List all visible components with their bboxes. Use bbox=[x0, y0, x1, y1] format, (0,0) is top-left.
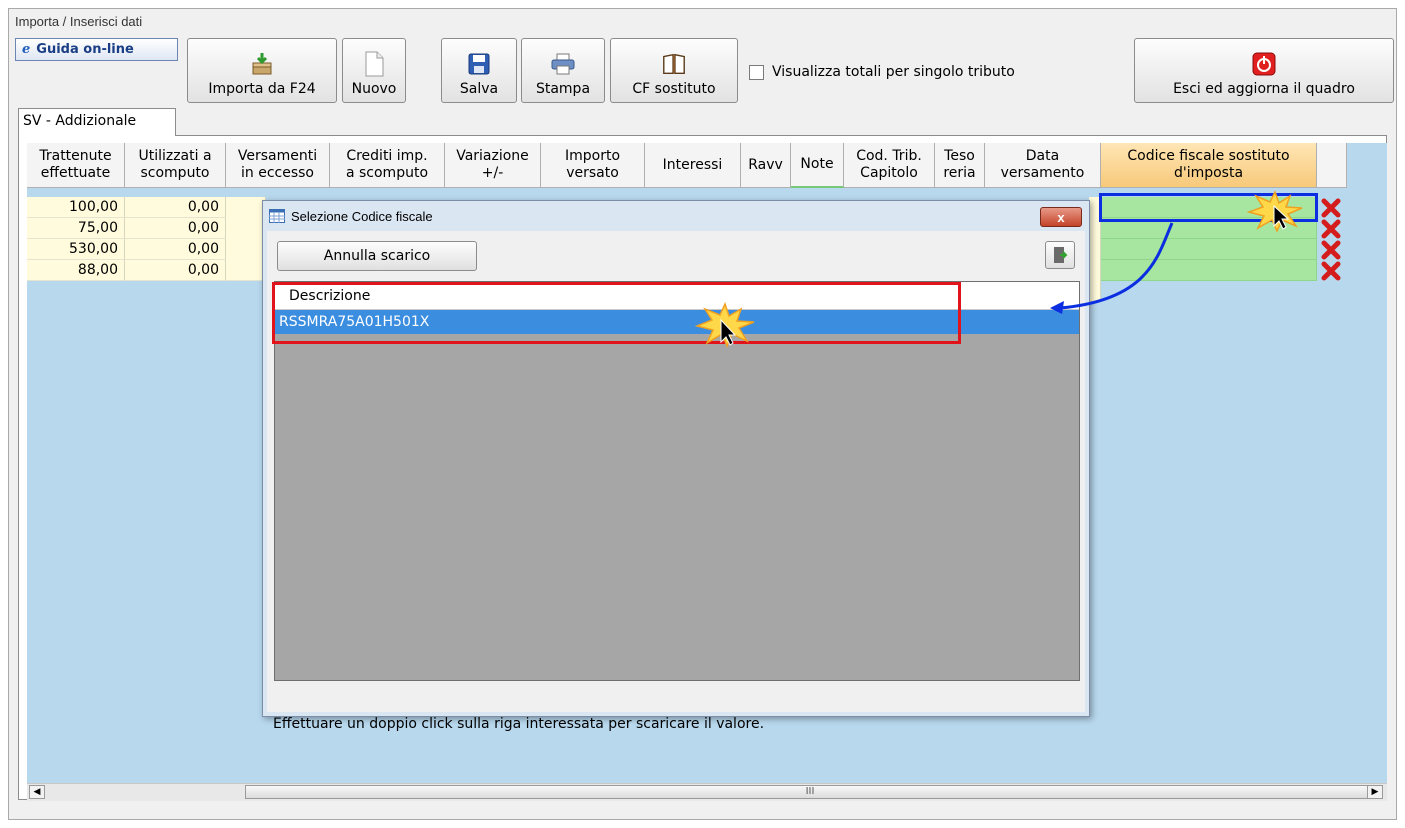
nuovo-button[interactable]: Nuovo bbox=[342, 38, 406, 103]
cell-trattenute[interactable]: 75,00 bbox=[27, 218, 125, 239]
scroll-right-icon[interactable]: ▶ bbox=[1367, 785, 1383, 799]
stampa-label: Stampa bbox=[535, 81, 591, 97]
dialog-title: Selezione Codice fiscale bbox=[291, 208, 433, 224]
col-header-importo[interactable]: Importo versato bbox=[541, 143, 645, 188]
col-header-versamenti[interactable]: Versamenti in eccesso bbox=[226, 143, 330, 188]
totali-tributo-label: Visualizza totali per singolo tributo bbox=[772, 64, 1015, 80]
col-header-trattenute[interactable]: Trattenute effettuate bbox=[27, 143, 125, 188]
dialog-titlebar[interactable]: Selezione Codice fiscale x bbox=[263, 201, 1089, 231]
col-header-crediti[interactable]: Crediti imp. a scomputo bbox=[330, 143, 445, 188]
scrollbar-thumb[interactable]: III bbox=[245, 785, 1375, 799]
floppy-disk-icon bbox=[466, 51, 492, 77]
new-document-icon bbox=[361, 51, 387, 77]
window-title: Importa / Inserisci dati bbox=[15, 14, 143, 29]
col-header-cod-trib[interactable]: Cod. Trib. Capitolo bbox=[844, 143, 935, 188]
col-header-codice-fiscale[interactable]: Codice fiscale sostituto d'imposta bbox=[1101, 143, 1317, 188]
horizontal-scrollbar[interactable]: ◀ III ▶ bbox=[27, 783, 1387, 801]
highlight-red-box bbox=[272, 282, 961, 344]
cell-filler bbox=[226, 197, 266, 281]
cell-trattenute[interactable]: 100,00 bbox=[27, 197, 125, 218]
col-header-interessi[interactable]: Interessi bbox=[645, 143, 741, 188]
dialog-hint-text: Effettuare un doppio click sulla riga in… bbox=[273, 716, 765, 732]
delete-row-icon[interactable] bbox=[1320, 239, 1342, 260]
click-burst-icon bbox=[694, 302, 755, 348]
delete-row-icon[interactable] bbox=[1320, 197, 1342, 218]
col-header-note[interactable]: Note bbox=[791, 143, 844, 188]
col-header-variazione[interactable]: Variazione +/- bbox=[445, 143, 541, 188]
cell-trattenute[interactable]: 530,00 bbox=[27, 239, 125, 260]
importa-f24-label: Importa da F24 bbox=[208, 81, 316, 97]
annulla-scarico-button[interactable]: Annulla scarico bbox=[277, 241, 477, 271]
power-icon bbox=[1251, 51, 1277, 77]
annotation-arrow-icon bbox=[1050, 222, 1174, 314]
tab-sv-addizionale[interactable]: SV - Addizionale bbox=[18, 108, 176, 136]
delete-row-icon[interactable] bbox=[1320, 260, 1342, 281]
col-header-data-versamento[interactable]: Data versamento bbox=[985, 143, 1101, 188]
stampa-button[interactable]: Stampa bbox=[521, 38, 605, 103]
guida-online-button[interactable]: e Guida on-line bbox=[15, 38, 178, 61]
cell-trattenute[interactable]: 88,00 bbox=[27, 260, 125, 281]
col-header-utilizzati[interactable]: Utilizzati a scomputo bbox=[125, 143, 226, 188]
cf-sostituto-label: CF sostituto bbox=[632, 81, 716, 97]
cell-utilizzati[interactable]: 0,00 bbox=[125, 239, 226, 260]
import-box-icon bbox=[249, 51, 275, 77]
nuovo-label: Nuovo bbox=[351, 81, 397, 97]
book-icon bbox=[661, 51, 687, 77]
cell-utilizzati[interactable]: 0,00 bbox=[125, 260, 226, 281]
esci-aggiorna-label: Esci ed aggiorna il quadro bbox=[1173, 81, 1355, 97]
totali-tributo-checkbox[interactable]: Visualizza totali per singolo tributo bbox=[749, 64, 1015, 80]
click-burst-icon bbox=[1246, 190, 1303, 232]
salva-label: Salva bbox=[459, 81, 499, 97]
selezione-codice-fiscale-dialog: Selezione Codice fiscale x Annulla scari… bbox=[262, 200, 1090, 732]
cf-sostituto-button[interactable]: CF sostituto bbox=[610, 38, 738, 103]
ie-icon: e bbox=[22, 42, 31, 57]
col-header-tesoreria[interactable]: Teso reria bbox=[935, 143, 985, 188]
cell-utilizzati[interactable]: 0,00 bbox=[125, 197, 226, 218]
salva-button[interactable]: Salva bbox=[441, 38, 517, 103]
col-header-ravv[interactable]: Ravv bbox=[741, 143, 791, 188]
importa-f24-button[interactable]: Importa da F24 bbox=[187, 38, 337, 103]
guida-online-label: Guida on-line bbox=[36, 42, 134, 57]
col-header-delete bbox=[1317, 143, 1347, 188]
printer-icon bbox=[550, 51, 576, 77]
scroll-left-icon[interactable]: ◀ bbox=[29, 785, 45, 799]
grid-window-icon bbox=[269, 209, 285, 223]
cell-utilizzati[interactable]: 0,00 bbox=[125, 218, 226, 239]
checkbox-box[interactable] bbox=[749, 64, 764, 80]
delete-row-icon[interactable] bbox=[1320, 218, 1342, 239]
esci-aggiorna-button[interactable]: Esci ed aggiorna il quadro bbox=[1134, 38, 1394, 103]
